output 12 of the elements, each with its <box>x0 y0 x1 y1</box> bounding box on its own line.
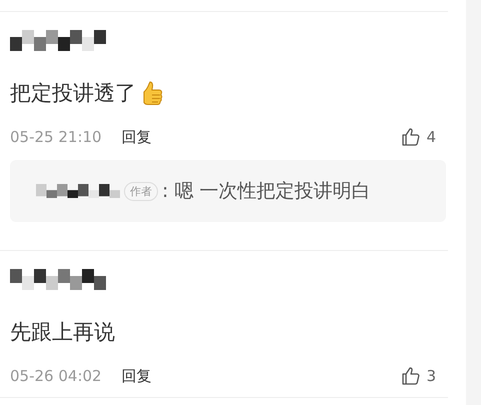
thumbs-up-icon <box>402 128 420 146</box>
thumbs-up-icon <box>402 367 420 385</box>
comment-time: 05-26 04:02 <box>10 367 102 385</box>
author-badge: 作者 <box>124 182 158 200</box>
reply-link[interactable]: 回复 <box>122 128 152 146</box>
like-button[interactable]: 3 <box>402 367 436 385</box>
reply-text: : 嗯 一次性把定投讲明白 <box>162 179 370 204</box>
comment-text: 把定投讲透了 <box>10 80 136 106</box>
like-button[interactable]: 4 <box>402 128 436 146</box>
comment-time: 05-25 21:10 <box>10 128 102 146</box>
comment-text: 先跟上再说 <box>10 319 115 345</box>
reply-link[interactable]: 回复 <box>122 366 152 386</box>
